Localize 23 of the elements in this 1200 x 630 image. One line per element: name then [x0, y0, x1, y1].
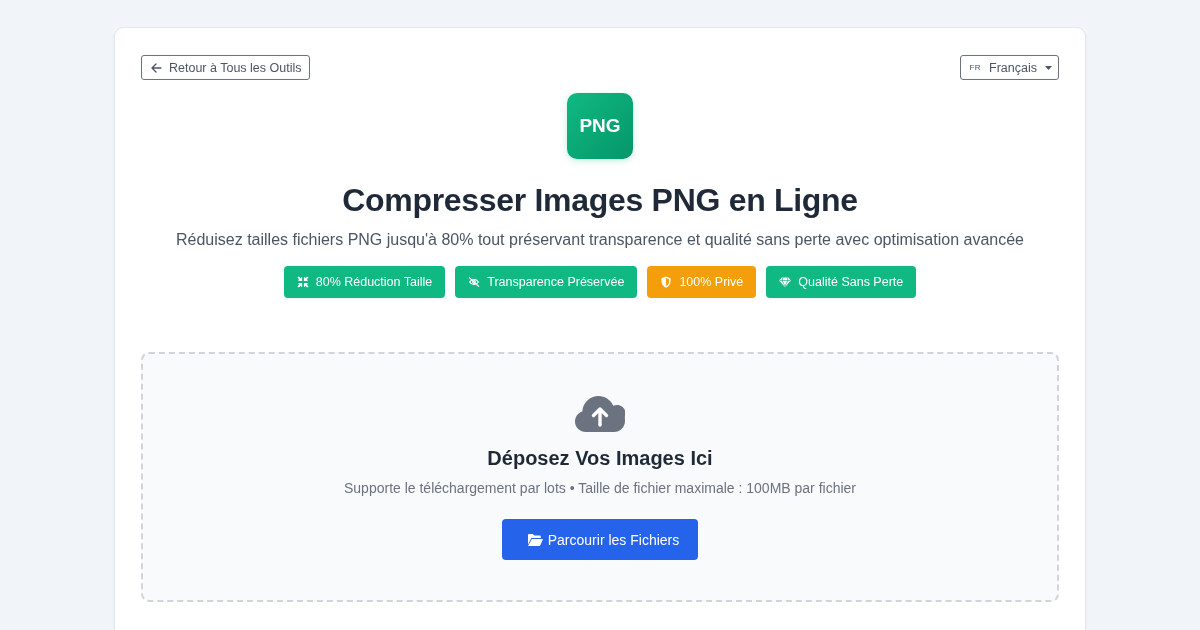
cloud-upload-icon [575, 396, 625, 432]
shield-icon [660, 276, 673, 288]
page-subtitle: Réduisez tailles fichiers PNG jusqu'à 80% tout préservant transparence et qualité sans perte avec optimisation avancée [176, 230, 1024, 250]
badge-label: 100% Privé [679, 275, 744, 289]
language-label: Français [989, 60, 1037, 75]
gem-icon [779, 276, 792, 288]
language-code: FR [969, 63, 982, 72]
page-title: Compresser Images PNG en Ligne [342, 181, 858, 220]
drop-zone-hint: Supporte le téléchargement par lots • Taille de fichier maximale : 100MB par fichier [344, 479, 856, 498]
badge-label: Qualité Sans Perte [798, 275, 904, 289]
badge-label: Transparence Préservée [487, 275, 625, 289]
badge-label: 80% Réduction Taille [315, 275, 433, 289]
browse-files-button[interactable]: Parcourir les Fichiers [501, 519, 699, 560]
drop-zone[interactable]: Déposez Vos Images Ici Supporte le téléchargement par lots • Taille de fichier maximale : 100MB par fichier Parcourir les Fichiers [141, 352, 1059, 602]
png-logo: PNG [567, 93, 633, 159]
language-select[interactable]: FR Français [960, 55, 1059, 80]
drop-zone-title: Déposez Vos Images Ici [487, 446, 713, 471]
back-button[interactable]: Retour à Tous les Outils [141, 55, 311, 80]
folder-open-icon [527, 533, 543, 546]
compress-arrows-icon [296, 276, 309, 288]
caret-down-icon [1045, 65, 1052, 70]
eye-slash-icon [468, 276, 481, 288]
arrow-left-icon [151, 62, 162, 73]
